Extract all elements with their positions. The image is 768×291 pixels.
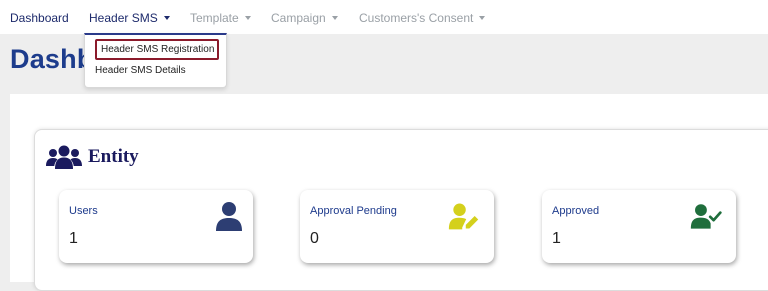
nav-header-sms-label: Header SMS — [89, 11, 158, 25]
top-navbar: Dashboard Header SMS Template Campaign C… — [0, 0, 768, 34]
caret-down-icon — [331, 15, 338, 20]
approval-pending-value: 0 — [310, 230, 319, 247]
dropdown-item-header-sms-registration[interactable]: Header SMS Registration — [95, 39, 220, 60]
user-check-icon — [690, 204, 722, 229]
nav-template[interactable]: Template — [190, 11, 251, 25]
nav-dashboard-label: Dashboard — [10, 11, 69, 25]
users-group-icon — [46, 145, 82, 169]
users-card[interactable]: Users 1 — [59, 190, 253, 263]
entity-title: Entity — [88, 146, 139, 167]
dropdown-item-header-sms-details[interactable]: Header SMS Details — [95, 65, 186, 76]
header-sms-dropdown-menu: Header SMS Registration Header SMS Detai… — [84, 33, 227, 88]
nav-customers-consent[interactable]: Customers's Consent — [359, 11, 486, 25]
user-icon — [216, 202, 242, 231]
nav-campaign[interactable]: Campaign — [271, 11, 338, 25]
approval-pending-card[interactable]: Approval Pending 0 — [300, 190, 494, 263]
caret-down-icon — [244, 15, 251, 20]
approved-value: 1 — [552, 230, 561, 247]
approved-label: Approved — [552, 205, 600, 217]
page-title: Dashb — [10, 44, 94, 74]
nav-template-label: Template — [190, 11, 239, 25]
entity-heading: Entity — [46, 144, 139, 170]
caret-down-icon — [163, 15, 170, 20]
approval-pending-label: Approval Pending — [310, 205, 397, 217]
nav-header-sms[interactable]: Header SMS — [89, 11, 170, 25]
user-edit-icon — [448, 203, 479, 230]
nav-dashboard[interactable]: Dashboard — [10, 11, 69, 25]
approved-card[interactable]: Approved 1 — [542, 190, 736, 263]
users-label: Users — [69, 205, 98, 217]
nav-customers-consent-label: Customers's Consent — [359, 11, 474, 25]
users-value: 1 — [69, 230, 78, 247]
nav-campaign-label: Campaign — [271, 11, 326, 25]
caret-down-icon — [479, 15, 486, 20]
